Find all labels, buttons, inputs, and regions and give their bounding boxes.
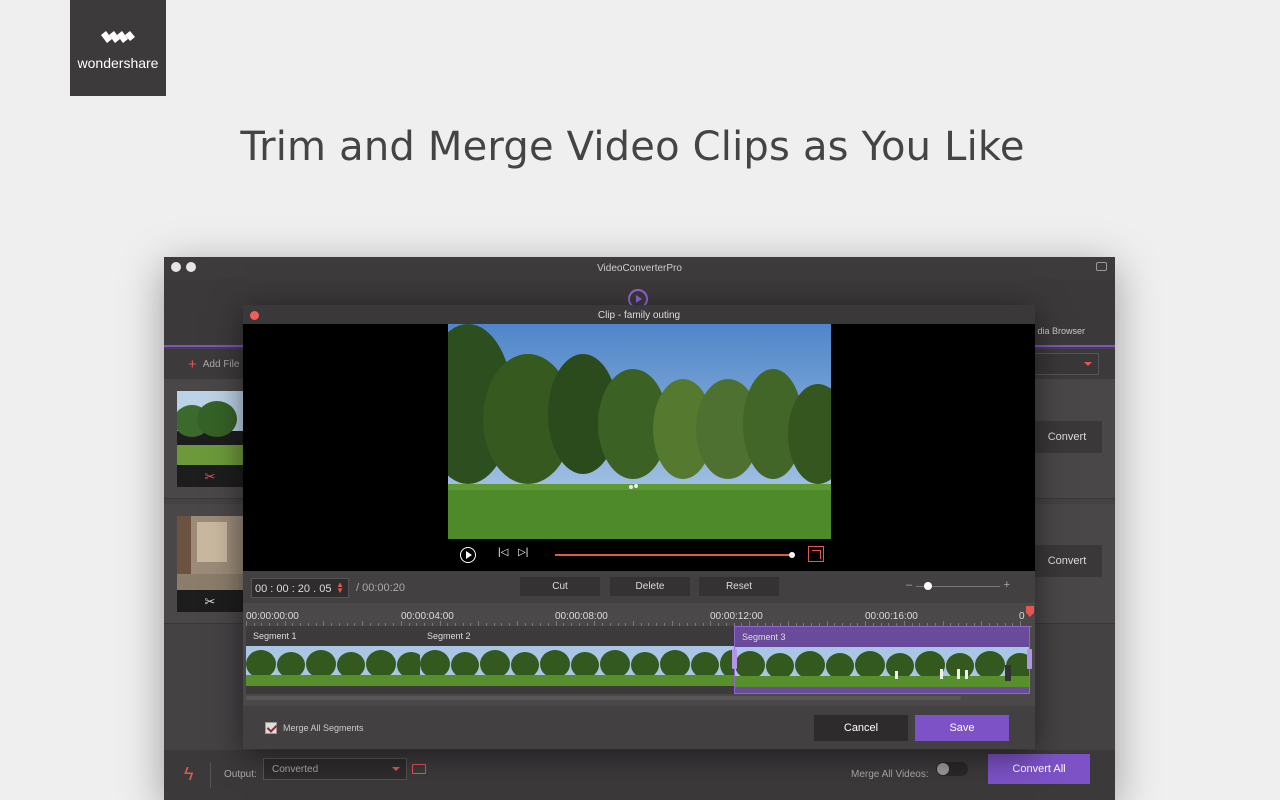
tab-media-browser[interactable]: dia Browser — [1037, 326, 1085, 336]
wondershare-logo: wondershare — [70, 0, 166, 96]
video-player: |◁ ▷| — [243, 324, 1035, 571]
playback-progress[interactable] — [555, 552, 795, 558]
file-thumbnail[interactable]: ✂ — [174, 391, 243, 487]
convert-button[interactable]: Convert — [1032, 545, 1102, 577]
segment-3[interactable]: Segment 3 — [732, 626, 1032, 694]
progress-knob[interactable] — [789, 552, 795, 558]
timeline-zoom-slider[interactable]: – + — [906, 579, 1010, 593]
logo-text: wondershare — [77, 55, 159, 71]
segment-label: Segment 3 — [742, 632, 786, 642]
trim-handle-right[interactable] — [1027, 649, 1032, 669]
segment-track: Segment 1 Segment 2 Segment 3 — [246, 626, 1032, 694]
divider — [210, 762, 211, 788]
ruler-label: 00:00:12:00 — [710, 611, 763, 622]
previous-frame-icon[interactable]: |◁ — [498, 547, 508, 558]
dialog-titlebar: Clip - family outing — [243, 305, 1035, 324]
segment-label: Segment 1 — [253, 631, 297, 641]
merge-videos-label: Merge All Videos: — [851, 769, 929, 780]
folder-icon[interactable] — [412, 764, 426, 774]
output-folder-value: Converted — [272, 764, 319, 775]
add-files-button[interactable]: + Add File — [188, 356, 239, 373]
bottom-bar: ϟ Output: Converted Merge All Videos: Co… — [164, 750, 1115, 800]
total-duration: / 00:00:20 — [356, 582, 405, 594]
file-thumbnail[interactable]: ✂ — [177, 516, 243, 612]
play-button[interactable] — [460, 547, 476, 563]
clip-dialog: Clip - family outing |◁ ▷| 00: 00: 20 … — [243, 305, 1035, 749]
plus-icon: + — [188, 356, 197, 373]
time-stepper-icon[interactable]: ▲ ▼ — [336, 581, 344, 595]
convert-button[interactable]: Convert — [1032, 421, 1102, 453]
app-title: VideoConverterPro — [597, 263, 682, 274]
ruler-label: 00:00:08:00 — [555, 611, 608, 622]
add-files-label: Add File — [202, 359, 240, 370]
merge-segments-checkbox[interactable] — [265, 722, 277, 734]
next-frame-icon[interactable]: ▷| — [518, 547, 528, 558]
zoom-out-icon[interactable]: – — [906, 579, 912, 591]
ruler-label: 00:00:00:00 — [246, 611, 299, 622]
chevron-down-icon — [1084, 362, 1092, 366]
segment-filmstrip — [735, 647, 1029, 687]
zoom-in-icon[interactable]: + — [1004, 579, 1010, 591]
ruler-label: 00:00:16:00 — [865, 611, 918, 622]
wondershare-mark-icon — [101, 31, 135, 43]
feedback-icon[interactable] — [1096, 262, 1107, 271]
dialog-title: Clip - family outing — [597, 310, 681, 321]
zoom-knob[interactable] — [923, 582, 932, 590]
save-button[interactable]: Save — [915, 715, 1009, 741]
thumbnail-image — [174, 391, 243, 465]
fullscreen-icon[interactable] — [808, 546, 824, 562]
output-format-select[interactable] — [1029, 353, 1099, 375]
merge-videos-toggle[interactable] — [936, 762, 968, 776]
output-label: Output: — [224, 769, 257, 780]
video-frame[interactable] — [448, 324, 831, 539]
scissors-icon[interactable]: ✂ — [177, 594, 243, 610]
current-time-input[interactable]: 00 : 00 : 20 . 05 ▲ ▼ — [251, 578, 349, 598]
scissors-icon[interactable]: ✂ — [177, 469, 243, 485]
ruler-label: 00:00:04:00 — [401, 611, 454, 622]
page-headline: Trim and Merge Video Clips as You Like — [240, 124, 1025, 170]
merge-segments-label: Merge All Segments — [283, 723, 364, 733]
current-time-value: 00 : 00 : 20 . 05 — [255, 583, 332, 595]
toggle-knob — [937, 763, 949, 775]
player-controls: |◁ ▷| — [243, 539, 1035, 571]
segment-1[interactable]: Segment 1 — [246, 626, 420, 694]
segment-2[interactable]: Segment 2 — [420, 626, 734, 694]
trim-handle-left[interactable] — [732, 649, 737, 669]
thumbnail-image — [177, 516, 243, 590]
cut-button[interactable]: Cut — [520, 577, 600, 596]
output-folder-select[interactable]: Converted — [263, 758, 407, 780]
cancel-button[interactable]: Cancel — [814, 715, 908, 741]
chevron-down-icon — [392, 767, 400, 771]
lightning-icon[interactable]: ϟ — [184, 764, 194, 785]
segment-filmstrip — [420, 646, 734, 686]
window-titlebar: VideoConverterPro — [164, 257, 1115, 279]
segment-label: Segment 2 — [427, 631, 471, 641]
delete-button[interactable]: Delete — [610, 577, 690, 596]
dialog-footer: Merge All Segments Cancel Save — [243, 706, 1035, 749]
timeline-ruler[interactable]: 00:00:00:00 00:00:04:00 00:00:08:00 00:0… — [246, 607, 1032, 627]
timeline-scrollbar[interactable] — [246, 696, 961, 700]
segment-filmstrip — [246, 646, 420, 686]
convert-all-button[interactable]: Convert All — [988, 754, 1090, 784]
reset-button[interactable]: Reset — [699, 577, 779, 596]
edit-toolbar: 00 : 00 : 20 . 05 ▲ ▼ / 00:00:20 Cut Dele… — [243, 571, 1035, 603]
